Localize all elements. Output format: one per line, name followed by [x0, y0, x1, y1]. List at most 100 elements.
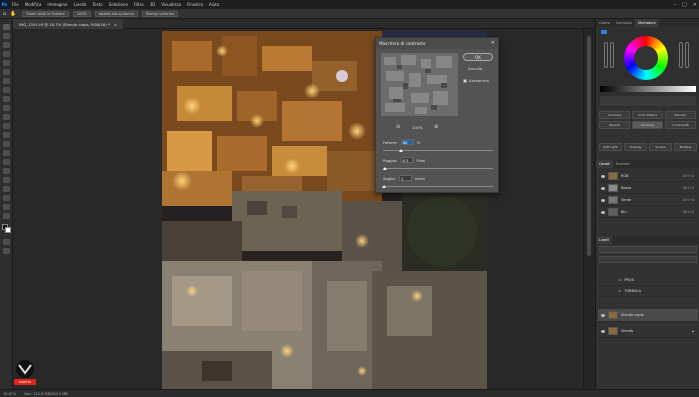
tab-sfumature[interactable]: Sfumature	[634, 19, 659, 27]
channel-row-red[interactable]: Rosso Ctrl+3	[598, 183, 698, 194]
zoom-100-button[interactable]: 100%	[72, 10, 91, 17]
color-detect-button[interactable]: Color Detect	[632, 111, 663, 119]
multiply-button[interactable]: Multiply	[674, 143, 697, 151]
opacity-button[interactable]: Opacità	[599, 121, 630, 129]
pen-tool-icon[interactable]	[3, 159, 10, 165]
eraser-tool-icon[interactable]	[3, 123, 10, 129]
menu-livello[interactable]: Livello	[74, 2, 87, 7]
document-tab[interactable]: IMG_1591.tif @ 16,7% (Sfondo copia, RGB/…	[13, 19, 124, 29]
close-tab-icon[interactable]: ×	[114, 22, 117, 27]
left-slider-a[interactable]	[604, 42, 608, 68]
screen-mode-icon[interactable]	[3, 248, 10, 254]
blend-mode-select[interactable]	[599, 256, 697, 263]
menu-3d[interactable]: 3D	[150, 2, 156, 7]
visibility-eye-icon[interactable]	[601, 174, 605, 178]
contrast-button[interactable]: Contrast	[599, 111, 630, 119]
brush-tool-icon[interactable]	[3, 96, 10, 102]
tab-campioni[interactable]: Campioni	[613, 19, 635, 27]
type-tool-icon[interactable]	[3, 168, 10, 174]
background-color-swatch[interactable]	[5, 227, 11, 233]
maximize-icon[interactable]: □	[682, 2, 687, 8]
marquee-tool-icon[interactable]	[3, 33, 10, 39]
healing-brush-tool-icon[interactable]	[3, 87, 10, 93]
zoom-out-icon[interactable]: ⊖	[396, 124, 400, 130]
unsharp-button[interactable]: Unsharp	[632, 121, 663, 129]
home-icon[interactable]: ⌂	[3, 11, 6, 17]
amount-input[interactable]: 80	[400, 139, 414, 145]
lasso-tool-icon[interactable]	[3, 42, 10, 48]
close-window-icon[interactable]: ✕	[693, 2, 697, 8]
menu-file[interactable]: File	[12, 2, 19, 7]
menu-finestra[interactable]: Finestra	[187, 2, 203, 7]
quick-mask-icon[interactable]	[3, 239, 10, 245]
dialog-close-icon[interactable]: ×	[491, 40, 495, 46]
layer-row-selected[interactable]: Sfondo copia	[598, 309, 698, 322]
fill-screen-button[interactable]: Riempi schermo	[141, 10, 179, 17]
tab-tracciati[interactable]: Tracciati	[613, 160, 633, 168]
hand-tool-icon[interactable]: ✋	[10, 11, 16, 17]
menu-immagine[interactable]: Immagine	[47, 2, 67, 7]
tab-colore[interactable]: Colore	[596, 19, 613, 27]
radius-slider-thumb[interactable]	[383, 167, 388, 170]
menu-visualizza[interactable]: Visualizza	[161, 2, 181, 7]
right-slider-b[interactable]	[685, 42, 689, 68]
fit-screen-button[interactable]: Adatta allo schermo	[94, 10, 138, 17]
clone-stamp-tool-icon[interactable]	[3, 105, 10, 111]
hand-tool-icon[interactable]	[3, 195, 10, 201]
radius-input[interactable]: 6,3	[400, 157, 414, 163]
history-brush-tool-icon[interactable]	[3, 114, 10, 120]
cancel-button[interactable]: Annulla	[468, 66, 482, 71]
threshold-slider-track[interactable]	[383, 186, 493, 187]
amount-slider-thumb[interactable]	[398, 149, 403, 152]
blur-tool-icon[interactable]	[3, 141, 10, 147]
menu-aiuto[interactable]: Aiuto	[209, 2, 219, 7]
zoom-in-icon[interactable]: ⊕	[434, 124, 438, 130]
screen-button[interactable]: Screen	[649, 143, 672, 151]
vertical-scrollbar-thumb[interactable]	[587, 36, 591, 256]
luminosity-strip[interactable]	[600, 86, 696, 92]
rectangle-tool-icon[interactable]	[3, 186, 10, 192]
zoom-tool-icon[interactable]	[3, 204, 10, 210]
channel-row-blue[interactable]: Blu Ctrl+5	[598, 207, 698, 218]
visibility-eye-icon[interactable]	[601, 279, 605, 282]
layer-row[interactable]: Sfondo 🔒︎	[598, 325, 698, 338]
visibility-eye-icon[interactable]	[601, 210, 605, 214]
gradient-tool-icon[interactable]	[3, 132, 10, 138]
preview-checkbox[interactable]	[463, 78, 467, 83]
more-tools-icon[interactable]	[3, 213, 10, 219]
visibility-eye-icon[interactable]	[601, 313, 605, 317]
channel-row-rgb[interactable]: RGB Ctrl+2	[598, 171, 698, 182]
menu-testo[interactable]: Testo	[92, 2, 102, 7]
quick-select-tool-icon[interactable]	[3, 51, 10, 57]
threshold-input[interactable]: 1	[398, 175, 412, 181]
soft-light-button[interactable]: Soft Light	[599, 143, 622, 151]
preview-checkbox-row[interactable]: Anteprima	[463, 78, 489, 83]
channel-row-green[interactable]: Verde Ctrl+4	[598, 195, 698, 206]
saturation-button[interactable]: Saturaz.	[665, 111, 696, 119]
zoom-all-windows-button[interactable]: Zoom tutte le finestre	[22, 10, 69, 17]
zone-buttons[interactable]	[600, 96, 696, 106]
tab-livelli[interactable]: Livelli	[596, 236, 612, 244]
visibility-eye-icon[interactable]	[601, 198, 605, 202]
luminosity-button[interactable]: Luminosità	[665, 121, 696, 129]
minimize-icon[interactable]: –	[674, 2, 677, 8]
layer-row-group[interactable]: ▭ PROS	[598, 275, 698, 286]
eyedropper-tool-icon[interactable]	[3, 78, 10, 84]
tab-canali[interactable]: Canali	[596, 160, 613, 168]
move-tool-icon[interactable]	[3, 24, 10, 30]
visibility-eye-icon[interactable]	[601, 290, 605, 293]
right-slider-a[interactable]	[679, 42, 683, 68]
visibility-eye-icon[interactable]	[601, 186, 605, 190]
menu-modifica[interactable]: Modifica	[25, 2, 42, 7]
menu-filtro[interactable]: Filtro	[134, 2, 144, 7]
layer-filter-bar[interactable]	[599, 246, 697, 253]
frame-tool-icon[interactable]	[3, 69, 10, 75]
menu-selezione[interactable]: Selezione	[109, 2, 128, 7]
ok-button[interactable]: OK	[463, 53, 493, 61]
layer-row-group[interactable]: ▭ TURBOLA	[598, 286, 698, 297]
radius-slider-track[interactable]	[383, 168, 493, 169]
path-selection-tool-icon[interactable]	[3, 177, 10, 183]
overlay-button[interactable]: Overlay	[624, 143, 647, 151]
filter-preview[interactable]	[381, 53, 458, 116]
left-slider-b[interactable]	[610, 42, 614, 68]
